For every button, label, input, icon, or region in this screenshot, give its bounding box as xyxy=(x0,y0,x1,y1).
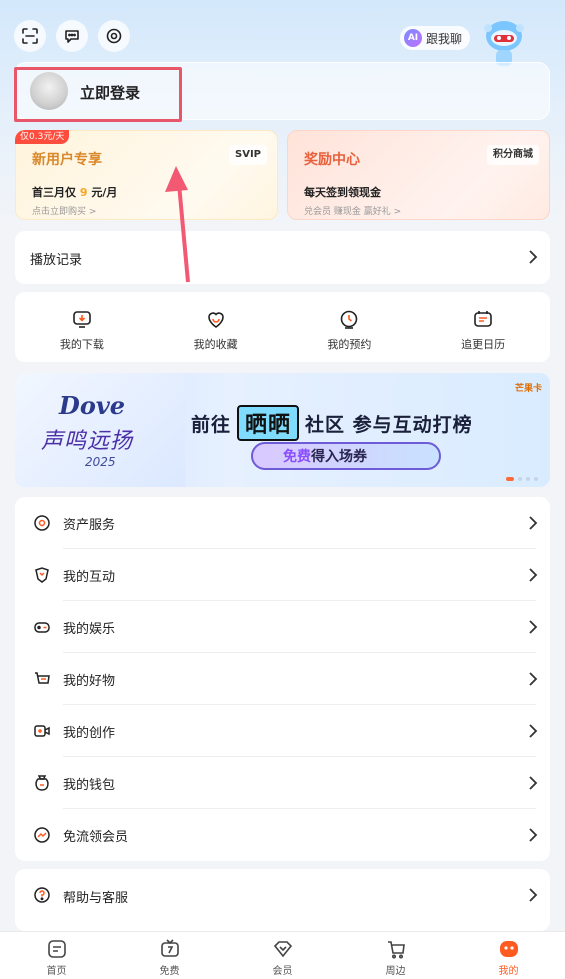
play-history-row[interactable]: 播放记录 xyxy=(15,231,550,284)
points-mall-chip[interactable]: 积分商城 xyxy=(487,145,539,165)
tab-merch[interactable]: 周边 xyxy=(339,932,452,979)
home-icon xyxy=(47,940,66,958)
ai-badge: AI xyxy=(404,29,422,47)
banner-logo: 芒果卡 xyxy=(514,384,542,394)
asset-icon xyxy=(34,515,50,531)
menu-item-goods[interactable]: 我的好物 xyxy=(15,653,550,705)
vip-diamond-icon xyxy=(273,941,292,958)
quick-link-reservations[interactable]: 我的预约 xyxy=(283,292,417,362)
free-tv-icon xyxy=(160,939,179,957)
favorite-icon xyxy=(207,312,224,328)
chevron-right-icon xyxy=(529,828,538,842)
price-tag-badge: 仅0.3元/天 xyxy=(15,130,70,144)
login-highlight-box xyxy=(14,67,182,122)
ai-chat-button[interactable]: AI 跟我聊 xyxy=(400,26,471,50)
help-icon xyxy=(34,887,50,903)
free-data-icon xyxy=(34,827,50,843)
messages-button[interactable] xyxy=(56,20,88,52)
download-icon xyxy=(73,311,91,328)
tab-me[interactable]: 我的 xyxy=(452,932,565,979)
tab-home[interactable]: 首页 xyxy=(0,932,113,979)
menu-item-wallet[interactable]: 我的钱包 xyxy=(15,757,550,809)
play-history-label: 播放记录 xyxy=(30,253,83,268)
tab-vip[interactable]: 会员 xyxy=(226,932,339,979)
cart-icon xyxy=(387,941,405,959)
creation-icon xyxy=(34,725,50,737)
new-user-promo-price: 首三月仅 9 元/月 xyxy=(32,186,118,199)
scan-button[interactable] xyxy=(14,20,46,52)
banner-headline: 前往 晒晒 社区 参与互动打榜 xyxy=(191,405,473,441)
settings-button[interactable] xyxy=(98,20,130,52)
new-user-promo-cta: 点击立即购买 > xyxy=(32,207,97,217)
carousel-dot xyxy=(526,477,530,481)
banner-brand-sub: 声鸣远扬 xyxy=(41,429,134,454)
chevron-right-icon xyxy=(529,620,538,634)
chevron-right-icon xyxy=(529,250,538,264)
help-support-row[interactable]: 帮助与客服 xyxy=(15,869,550,931)
carousel-dot xyxy=(506,477,514,481)
chevron-right-icon xyxy=(529,724,538,738)
entertainment-icon xyxy=(34,622,50,633)
chevron-right-icon xyxy=(529,672,538,686)
quick-link-downloads[interactable]: 我的下载 xyxy=(15,292,149,362)
profile-mascot-icon xyxy=(499,941,518,957)
svip-chip: SVIP xyxy=(229,145,267,165)
quick-link-calendar[interactable]: 追更日历 xyxy=(416,292,550,362)
rewards-center-sub: 兑会员 赚现金 赢好礼 > xyxy=(304,207,402,217)
quick-links: 我的下载 我的收藏 我的预约 追更日历 xyxy=(15,292,550,362)
tab-free[interactable]: 免费 xyxy=(113,932,226,979)
chevron-right-icon xyxy=(529,776,538,790)
quick-link-favorites[interactable]: 我的收藏 xyxy=(149,292,283,362)
ai-chat-label: 跟我聊 xyxy=(426,31,463,46)
goods-icon xyxy=(35,672,50,684)
reservation-icon xyxy=(341,310,358,329)
chevron-right-icon xyxy=(529,888,538,902)
menu-list: 资产服务 我的互动 我的娱乐 我的好物 我的创作 我的钱包 免流领会员 xyxy=(15,497,550,861)
top-toolbar xyxy=(14,20,130,52)
chevron-right-icon xyxy=(529,568,538,582)
carousel-dot xyxy=(534,477,538,481)
scan-icon xyxy=(22,28,38,44)
banner-year: 2025 xyxy=(85,455,116,469)
bottom-tab-bar: 首页 免费 会员 周边 我的 xyxy=(0,931,565,979)
message-icon xyxy=(65,30,79,43)
interaction-icon xyxy=(35,567,49,583)
menu-item-interaction[interactable]: 我的互动 xyxy=(15,549,550,601)
chevron-right-icon xyxy=(529,516,538,530)
carousel-dot xyxy=(518,477,522,481)
calendar-icon xyxy=(474,311,492,327)
wallet-icon xyxy=(35,775,49,791)
rewards-center-line: 每天签到领现金 xyxy=(304,186,381,199)
promo-banner[interactable]: Dove 声鸣远扬 2025 前往 晒晒 社区 参与互动打榜 免费 得入场券 芒果… xyxy=(15,373,550,487)
menu-item-free-data[interactable]: 免流领会员 xyxy=(15,809,550,861)
menu-item-creation[interactable]: 我的创作 xyxy=(15,705,550,757)
menu-item-entertainment[interactable]: 我的娱乐 xyxy=(15,601,550,653)
menu-item-assets[interactable]: 资产服务 xyxy=(15,497,550,549)
settings-icon xyxy=(106,28,122,44)
carousel-indicator xyxy=(506,477,538,481)
banner-brand: Dove xyxy=(59,391,126,420)
banner-ticket-button[interactable]: 免费 得入场券 xyxy=(251,442,441,470)
rewards-center-card[interactable]: 奖励中心 积分商城 每天签到领现金 兑会员 赚现金 赢好礼 > xyxy=(287,130,550,220)
